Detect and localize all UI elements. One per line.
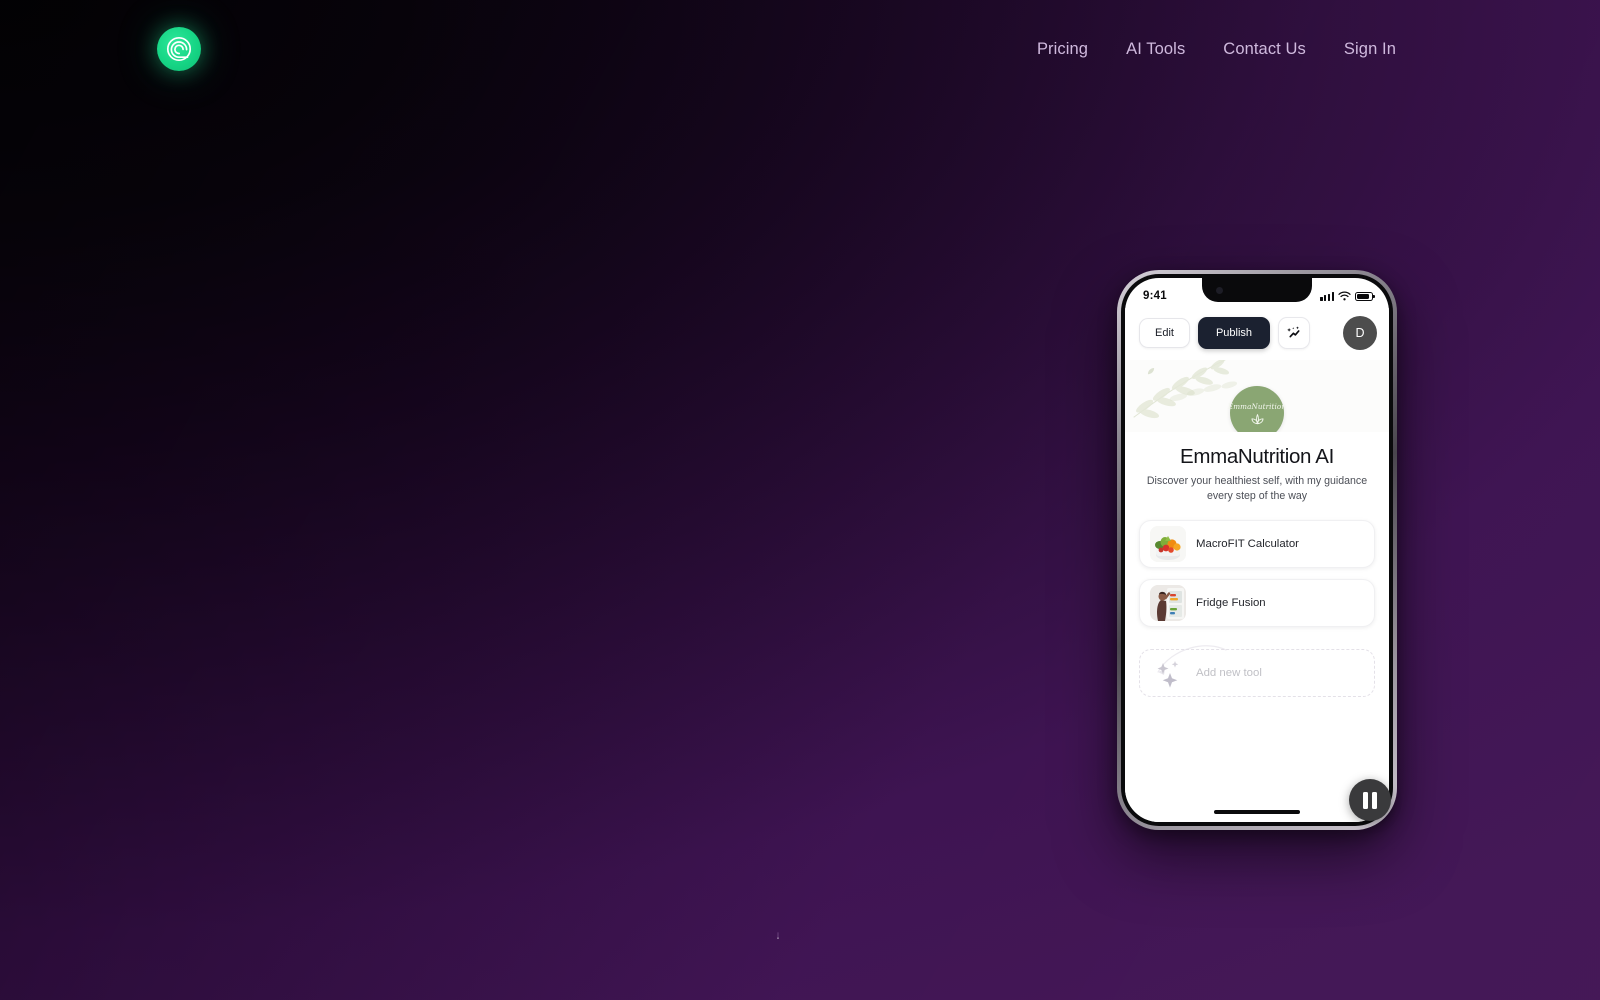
app-content: EmmaNutrition EmmaNutrition AI Discover … xyxy=(1125,360,1389,822)
lotus-leaf-icon xyxy=(1251,413,1263,424)
status-bar: 9:41 xyxy=(1125,278,1389,308)
site-header: Pricing AI Tools Contact Us Sign In xyxy=(0,0,1600,98)
small-leaf-icon xyxy=(1147,368,1155,375)
add-new-tool-label: Add new tool xyxy=(1196,666,1262,679)
profile-tagline: Discover your healthiest self, with my g… xyxy=(1146,474,1368,502)
main-navigation: Pricing AI Tools Contact Us Sign In xyxy=(1037,40,1396,59)
phone-bezel: 9:41 Edit Publish D EmmaNutrition EmmaNu… xyxy=(1121,274,1393,826)
profile-banner: EmmaNutrition xyxy=(1125,360,1389,432)
sparkles-icon xyxy=(1150,655,1186,691)
brand-avatar[interactable]: EmmaNutrition xyxy=(1227,386,1287,432)
battery-icon xyxy=(1355,291,1375,301)
app-toolbar: Edit Publish D xyxy=(1125,308,1389,360)
home-indicator-bar xyxy=(1214,810,1300,814)
status-time: 9:41 xyxy=(1143,290,1167,302)
user-avatar[interactable]: D xyxy=(1343,316,1377,350)
status-icons xyxy=(1320,291,1375,301)
tool-label: Fridge Fusion xyxy=(1196,596,1266,609)
scroll-down-arrow-icon[interactable] xyxy=(777,912,779,960)
person-at-fridge-photo xyxy=(1150,584,1186,621)
edit-button[interactable]: Edit xyxy=(1139,318,1190,348)
cellular-signal-icon xyxy=(1320,291,1334,301)
publish-button[interactable]: Publish xyxy=(1197,317,1271,349)
nav-item-contact-us[interactable]: Contact Us xyxy=(1223,40,1306,59)
tool-card-macrofit[interactable]: MacroFIT Calculator xyxy=(1139,519,1375,568)
brand-avatar-name: EmmaNutrition xyxy=(1227,401,1287,411)
brand-logo[interactable] xyxy=(157,27,201,71)
profile-header: EmmaNutrition AI Discover your healthies… xyxy=(1125,432,1389,504)
spiral-logo-icon[interactable] xyxy=(157,27,201,71)
pause-bar-right xyxy=(1372,791,1377,809)
page-title: EmmaNutrition AI xyxy=(1180,445,1334,468)
add-new-tool-button[interactable]: Add new tool xyxy=(1139,644,1375,697)
nav-item-pricing[interactable]: Pricing xyxy=(1037,40,1088,59)
phone-mockup: 9:41 Edit Publish D EmmaNutrition EmmaNu… xyxy=(1117,270,1397,830)
vegetable-bowl-photo xyxy=(1150,525,1186,562)
wifi-icon xyxy=(1338,291,1351,301)
magic-wand-sparkle-icon[interactable] xyxy=(1278,317,1311,349)
tool-list: MacroFIT Calculator Fridge Fusion Add ne… xyxy=(1125,519,1389,697)
phone-frame: 9:41 Edit Publish D EmmaNutrition EmmaNu… xyxy=(1117,270,1397,830)
pause-icon[interactable] xyxy=(1349,779,1391,821)
nav-item-ai-tools[interactable]: AI Tools xyxy=(1126,40,1185,59)
tool-card-fridge-fusion[interactable]: Fridge Fusion xyxy=(1139,578,1375,627)
phone-screen: 9:41 Edit Publish D EmmaNutrition EmmaNu… xyxy=(1125,278,1389,822)
nav-item-sign-in[interactable]: Sign In xyxy=(1344,40,1396,59)
pause-bar-left xyxy=(1363,791,1368,809)
tool-label: MacroFIT Calculator xyxy=(1196,537,1299,550)
